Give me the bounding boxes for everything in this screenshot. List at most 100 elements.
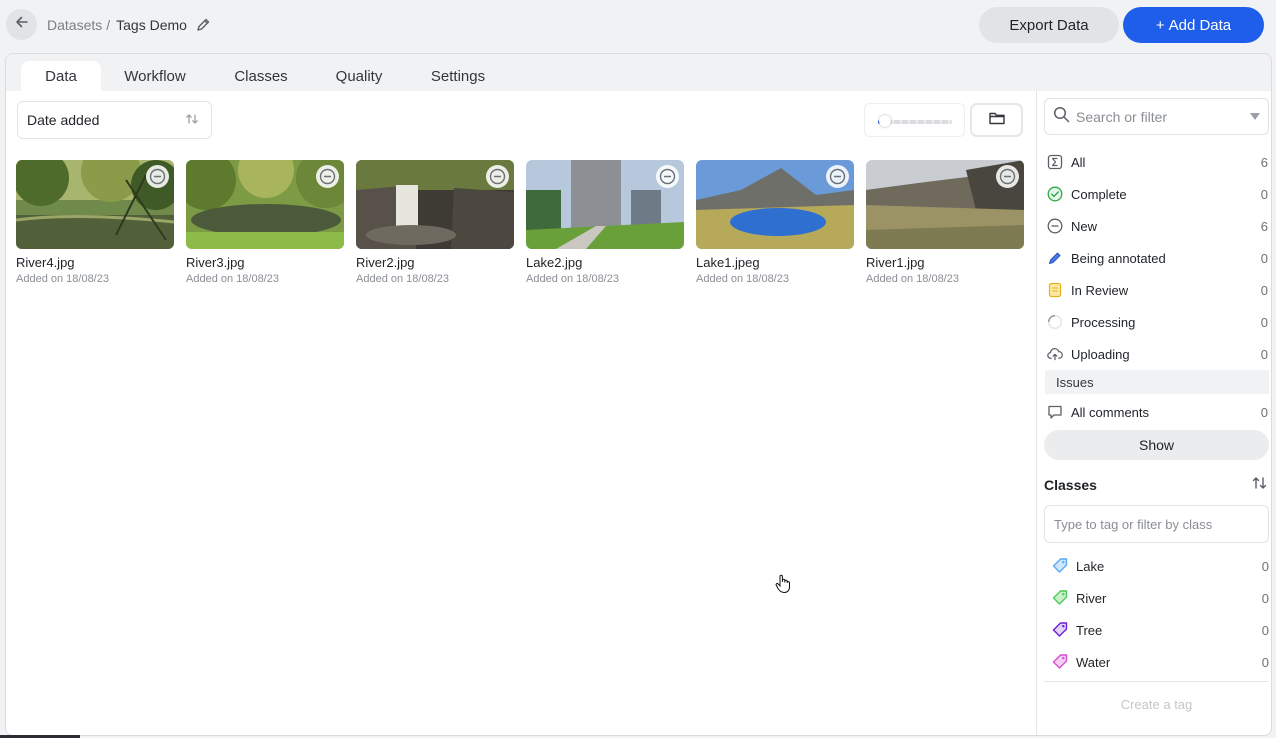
status-label: Being annotated — [1071, 250, 1166, 266]
search-input[interactable] — [1076, 108, 1246, 125]
file-card[interactable]: River1.jpg Added on 18/08/23 — [866, 160, 1024, 285]
tab-bar: Data Workflow Classes Quality Settings — [6, 54, 1271, 91]
file-card[interactable]: River4.jpg Added on 18/08/23 — [16, 160, 174, 285]
status-filter-complete[interactable]: Complete 0 — [1047, 182, 1268, 206]
class-count: 0 — [1261, 622, 1269, 638]
tab-settings[interactable]: Settings — [420, 61, 496, 91]
breadcrumb: Datasets / Tags Demo — [47, 17, 211, 33]
status-count: 6 — [1260, 154, 1268, 170]
chevron-down-icon[interactable] — [1250, 113, 1260, 120]
comments-count: 0 — [1260, 404, 1268, 420]
pen-icon — [1047, 250, 1063, 266]
spinner-icon — [1047, 314, 1063, 330]
tab-classes[interactable]: Classes — [224, 61, 298, 91]
class-count: 0 — [1261, 558, 1269, 574]
breadcrumb-datasets[interactable]: Datasets — [47, 17, 102, 33]
file-date: Added on 18/08/23 — [356, 273, 449, 285]
pencil-icon[interactable] — [195, 17, 211, 33]
status-filter-in-review[interactable]: In Review 0 — [1047, 278, 1268, 302]
sigma-box-icon — [1047, 154, 1063, 170]
file-date: Added on 18/08/23 — [696, 273, 789, 285]
file-date: Added on 18/08/23 — [186, 273, 279, 285]
file-thumbnail[interactable] — [696, 160, 854, 249]
add-data-button[interactable]: + Add Data — [1123, 7, 1264, 43]
plus-icon: + — [1155, 16, 1165, 34]
status-filter-processing[interactable]: Processing 0 — [1047, 310, 1268, 334]
sort-arrows-icon[interactable] — [1251, 475, 1268, 494]
search-icon — [1053, 106, 1070, 128]
tag-icon — [1051, 589, 1069, 607]
status-filter-all[interactable]: All 6 — [1047, 150, 1268, 174]
hand-cursor-icon — [775, 574, 791, 599]
class-item-lake[interactable]: Lake 0 — [1051, 554, 1269, 578]
zoom-handle[interactable] — [879, 115, 891, 127]
search-filter[interactable] — [1044, 98, 1269, 135]
tab-workflow[interactable]: Workflow — [114, 61, 196, 91]
status-label: Processing — [1071, 314, 1136, 330]
file-name: River3.jpg — [186, 255, 245, 270]
class-label: Lake — [1076, 558, 1105, 574]
minus-circle-icon — [316, 165, 339, 188]
show-button[interactable]: Show — [1044, 430, 1269, 460]
file-card[interactable]: Lake1.jpeg Added on 18/08/23 — [696, 160, 854, 285]
file-name: River4.jpg — [16, 255, 75, 270]
file-card[interactable]: River2.jpg Added on 18/08/23 — [356, 160, 514, 285]
class-label: Tree — [1076, 622, 1103, 638]
file-date: Added on 18/08/23 — [866, 273, 959, 285]
file-date: Added on 18/08/23 — [526, 273, 619, 285]
dataset-panel: Data Workflow Classes Quality Settings D… — [5, 53, 1272, 736]
class-item-water[interactable]: Water 0 — [1051, 650, 1269, 674]
file-name: Lake1.jpeg — [696, 255, 760, 270]
page-title: Tags Demo — [116, 17, 187, 33]
class-count: 0 — [1261, 590, 1269, 606]
arrow-left-icon — [15, 15, 29, 34]
cloud-upload-icon — [1047, 346, 1063, 362]
tag-icon — [1051, 557, 1069, 575]
class-filter[interactable] — [1044, 505, 1269, 543]
status-count: 6 — [1260, 218, 1268, 234]
sort-arrows-icon — [185, 112, 199, 129]
check-circle-icon — [1047, 186, 1063, 202]
back-button[interactable] — [6, 9, 37, 40]
status-count: 0 — [1260, 250, 1268, 266]
status-filter-uploading[interactable]: Uploading 0 — [1047, 342, 1268, 366]
status-label: Uploading — [1071, 346, 1130, 362]
file-thumbnail[interactable] — [356, 160, 514, 249]
tab-data[interactable]: Data — [21, 61, 101, 91]
data-content: Date added River4.jpg Added on 18/08/23 … — [6, 91, 1036, 735]
file-thumbnail[interactable] — [526, 160, 684, 249]
folder-view-button[interactable] — [970, 103, 1023, 137]
create-tag-button[interactable]: Create a tag — [1044, 697, 1269, 712]
status-count: 0 — [1260, 186, 1268, 202]
file-card[interactable]: Lake2.jpg Added on 18/08/23 — [526, 160, 684, 285]
minus-circle-icon — [1047, 218, 1063, 234]
status-filter-being-annotated[interactable]: Being annotated 0 — [1047, 246, 1268, 270]
sort-select[interactable]: Date added — [17, 101, 212, 139]
export-data-button[interactable]: Export Data — [979, 7, 1119, 43]
divider — [1044, 681, 1269, 682]
zoom-slider[interactable] — [864, 103, 965, 137]
minus-circle-icon — [146, 165, 169, 188]
status-filter-new[interactable]: New 6 — [1047, 214, 1268, 238]
classes-title: Classes — [1044, 476, 1097, 493]
class-item-river[interactable]: River 0 — [1051, 586, 1269, 610]
file-thumbnail[interactable] — [866, 160, 1024, 249]
class-item-tree[interactable]: Tree 0 — [1051, 618, 1269, 642]
class-count: 0 — [1261, 654, 1269, 670]
class-filter-input[interactable] — [1054, 516, 1259, 532]
all-comments-filter[interactable]: All comments 0 — [1047, 400, 1268, 424]
minus-circle-icon — [656, 165, 679, 188]
status-label: New — [1071, 218, 1098, 234]
minus-circle-icon — [486, 165, 509, 188]
file-card[interactable]: River3.jpg Added on 18/08/23 — [186, 160, 344, 285]
file-name: River2.jpg — [356, 255, 415, 270]
folder-icon — [988, 110, 1006, 131]
status-label: Complete — [1071, 186, 1127, 202]
tab-quality[interactable]: Quality — [326, 61, 392, 91]
comment-icon — [1047, 404, 1063, 420]
file-thumbnail[interactable] — [16, 160, 174, 249]
top-bar: Datasets / Tags Demo Export Data + Add D… — [0, 0, 1276, 52]
status-count: 0 — [1260, 346, 1268, 362]
status-label: All — [1071, 154, 1086, 170]
file-thumbnail[interactable] — [186, 160, 344, 249]
